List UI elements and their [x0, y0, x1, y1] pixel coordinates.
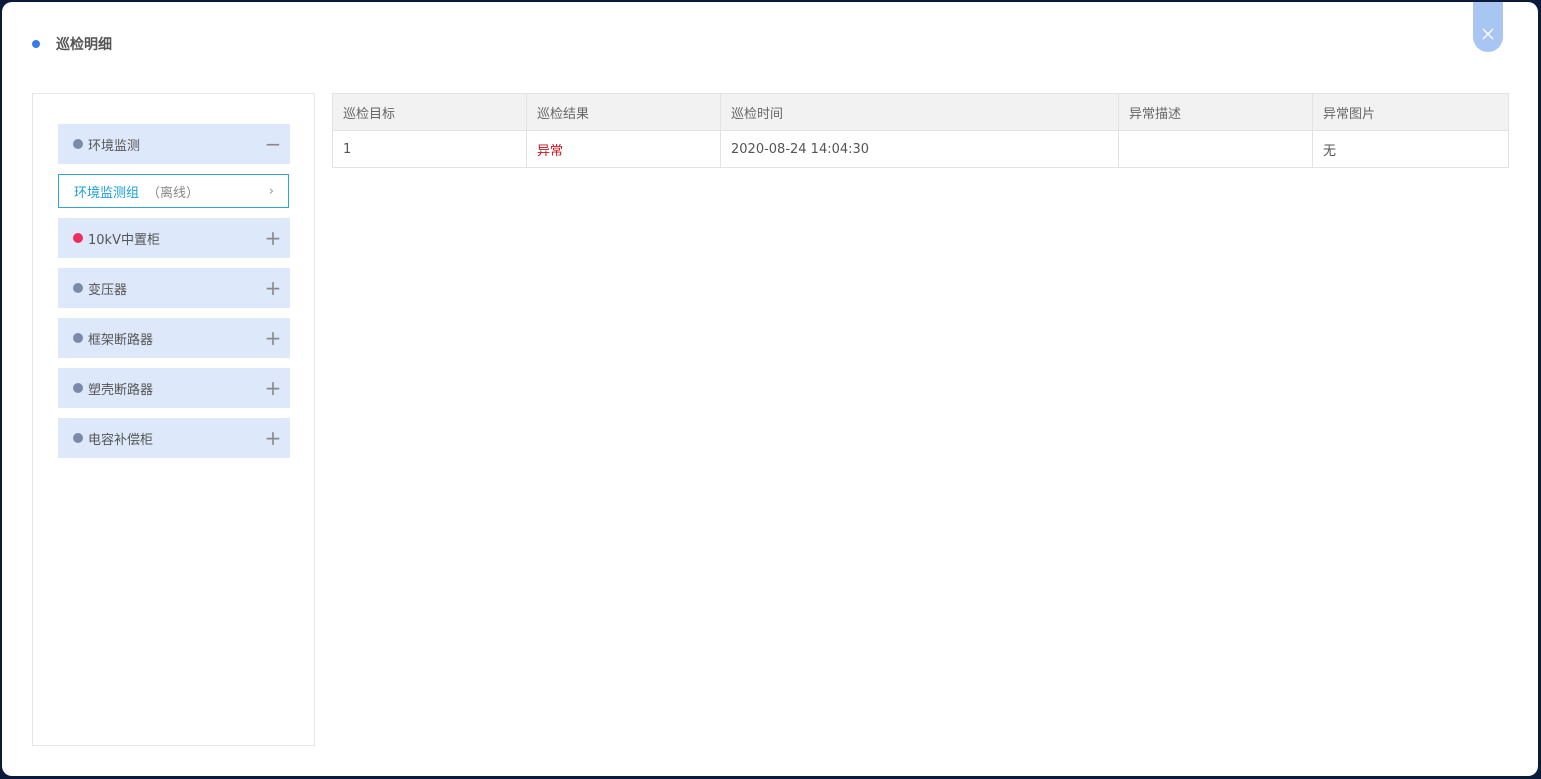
expand-icon[interactable]: + — [258, 378, 288, 398]
cell-result: 异常 — [526, 130, 721, 168]
sub-item-name: 环境监测组 — [74, 185, 140, 201]
sub-item-environment-group[interactable]: 环境监测组 （离线） › — [58, 174, 289, 208]
column-header: 巡检目标 — [332, 93, 527, 131]
group-environment-monitoring[interactable]: 环境监测 − — [58, 124, 290, 164]
group-molded-case-breaker[interactable]: 塑壳断路器 + — [58, 368, 290, 408]
group-10kv-switchgear[interactable]: 10kV中置柜 + — [58, 218, 290, 258]
alarm-dot-icon — [73, 233, 83, 243]
group-label: 变压器 — [88, 282, 128, 298]
expand-icon[interactable]: + — [258, 278, 288, 298]
cell-image: 无 — [1312, 130, 1509, 168]
expand-icon[interactable]: + — [258, 428, 288, 448]
title-dot-icon — [32, 40, 40, 48]
collapse-icon[interactable]: − — [258, 134, 288, 154]
status-dot-icon — [73, 383, 83, 393]
page-title: 巡检明细 — [56, 37, 112, 53]
expand-icon[interactable]: + — [258, 328, 288, 348]
close-button[interactable] — [1473, 2, 1503, 52]
group-label: 框架断路器 — [88, 332, 154, 348]
group-capacitor-cabinet[interactable]: 电容补偿柜 + — [58, 418, 290, 458]
status-dot-icon — [73, 283, 83, 293]
inspection-table: 巡检目标 巡检结果 巡检时间 异常描述 异常图片 1 异常 2020-08-24… — [332, 93, 1509, 168]
chevron-right-icon: › — [268, 183, 274, 199]
cell-target: 1 — [332, 130, 527, 168]
close-icon — [1482, 28, 1494, 40]
group-label: 塑壳断路器 — [88, 382, 154, 398]
column-header: 巡检结果 — [526, 93, 721, 131]
table-header-row: 巡检目标 巡检结果 巡检时间 异常描述 异常图片 — [332, 93, 1509, 131]
table-row: 1 异常 2020-08-24 14:04:30 无 — [332, 130, 1509, 168]
cell-description — [1118, 130, 1313, 168]
status-dot-icon — [73, 139, 83, 149]
group-label: 10kV中置柜 — [88, 232, 160, 248]
device-tree-panel: 环境监测 − 环境监测组 （离线） › 10kV中置柜 + 变压器 + 框架断路… — [32, 93, 315, 746]
group-label: 环境监测 — [88, 138, 141, 154]
column-header: 异常描述 — [1118, 93, 1313, 131]
group-frame-breaker[interactable]: 框架断路器 + — [58, 318, 290, 358]
status-dot-icon — [73, 433, 83, 443]
column-header: 异常图片 — [1312, 93, 1509, 131]
group-label: 电容补偿柜 — [88, 432, 154, 448]
sub-item-status: （离线） — [147, 185, 200, 201]
column-header: 巡检时间 — [720, 93, 1119, 131]
inspection-detail-modal: 巡检明细 环境监测 − 环境监测组 （离线） › 10kV中置柜 + 变压器 +… — [2, 2, 1538, 776]
cell-time: 2020-08-24 14:04:30 — [720, 130, 1119, 168]
modal-header: 巡检明细 — [32, 32, 112, 56]
group-transformer[interactable]: 变压器 + — [58, 268, 290, 308]
expand-icon[interactable]: + — [258, 228, 288, 248]
status-dot-icon — [73, 333, 83, 343]
